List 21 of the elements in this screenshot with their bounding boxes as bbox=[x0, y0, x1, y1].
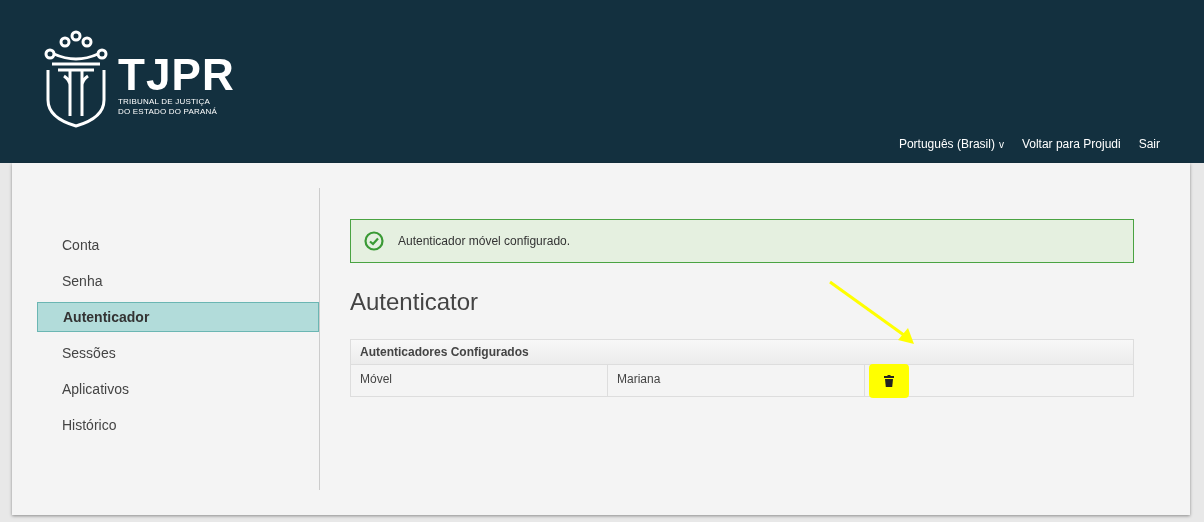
table-title: Autenticadores Configurados bbox=[351, 340, 1133, 365]
sidebar-item[interactable]: Conta bbox=[37, 230, 319, 260]
check-circle-icon bbox=[364, 231, 384, 251]
sidebar-item[interactable]: Senha bbox=[37, 266, 319, 296]
delete-button[interactable] bbox=[869, 363, 909, 398]
logo-subtitle: TRIBUNAL DE JUSTIÇA bbox=[118, 97, 210, 106]
nav-link[interactable]: Voltar para Projudi bbox=[1021, 135, 1121, 153]
sidebar-item[interactable]: Histórico bbox=[37, 410, 319, 440]
sidebar-item[interactable]: Sessões bbox=[37, 338, 319, 368]
page-heading: Autenticator bbox=[350, 287, 480, 317]
logo-title: TJPR bbox=[118, 53, 235, 97]
logo-subtitle: DO ESTADO DO PARANÁ bbox=[118, 107, 219, 117]
table-cell: Mariana bbox=[608, 365, 865, 396]
trash-icon bbox=[884, 374, 894, 387]
sidebar-item[interactable]: Autenticador bbox=[37, 302, 319, 332]
alert-message: Autenticador móvel configurado. bbox=[398, 233, 571, 250]
language-dropdown[interactable]: Português (Brasil) v bbox=[898, 135, 1004, 153]
table-cell: Móvel bbox=[351, 365, 608, 396]
sidebar-item[interactable]: Aplicativos bbox=[37, 374, 319, 404]
shield-logo-icon bbox=[44, 30, 108, 130]
nav-link[interactable]: Sair bbox=[1138, 135, 1160, 153]
